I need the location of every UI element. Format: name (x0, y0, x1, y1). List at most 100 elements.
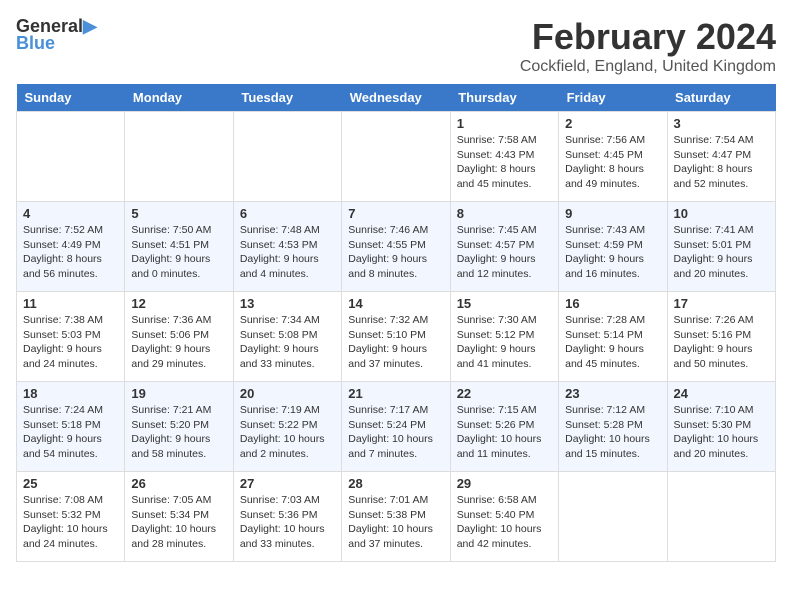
weekday-header-sunday: Sunday (17, 84, 125, 112)
calendar-cell: 7 Sunrise: 7:46 AM Sunset: 4:55 PM Daylig… (342, 202, 450, 292)
day-number: 18 (23, 386, 118, 401)
calendar-week-2: 11 Sunrise: 7:38 AM Sunset: 5:03 PM Dayli… (17, 292, 776, 382)
calendar-week-4: 25 Sunrise: 7:08 AM Sunset: 5:32 PM Dayli… (17, 472, 776, 562)
day-info: Sunrise: 6:58 AM Sunset: 5:40 PM Dayligh… (457, 493, 552, 552)
day-info: Sunrise: 7:54 AM Sunset: 4:47 PM Dayligh… (674, 133, 769, 192)
calendar-cell (233, 112, 341, 202)
calendar-cell: 8Sunrise: 7:45 AM Sunset: 4:57 PM Daylig… (450, 202, 558, 292)
calendar-cell: 2 Sunrise: 7:56 AM Sunset: 4:45 PM Daylig… (559, 112, 667, 202)
day-info: Sunrise: 7:12 AM Sunset: 5:28 PM Dayligh… (565, 403, 660, 462)
day-info: Sunrise: 7:03 AM Sunset: 5:36 PM Dayligh… (240, 493, 335, 552)
calendar-cell: 14 Sunrise: 7:32 AM Sunset: 5:10 PM Dayli… (342, 292, 450, 382)
calendar-cell: 16 Sunrise: 7:28 AM Sunset: 5:14 PM Dayli… (559, 292, 667, 382)
day-info: Sunrise: 7:34 AM Sunset: 5:08 PM Dayligh… (240, 313, 335, 372)
day-info: Sunrise: 7:46 AM Sunset: 4:55 PM Dayligh… (348, 223, 443, 282)
day-number: 14 (348, 296, 443, 311)
day-info: Sunrise: 7:10 AM Sunset: 5:30 PM Dayligh… (674, 403, 769, 462)
day-number: 16 (565, 296, 660, 311)
day-info: Sunrise: 7:28 AM Sunset: 5:14 PM Dayligh… (565, 313, 660, 372)
day-number: 6 (240, 206, 335, 221)
day-info: Sunrise: 7:08 AM Sunset: 5:32 PM Dayligh… (23, 493, 118, 552)
calendar-cell: 20Sunrise: 7:19 AM Sunset: 5:22 PM Dayli… (233, 382, 341, 472)
calendar-cell: 19 Sunrise: 7:21 AM Sunset: 5:20 PM Dayli… (125, 382, 233, 472)
calendar-cell: 17 Sunrise: 7:26 AM Sunset: 5:16 PM Dayli… (667, 292, 775, 382)
calendar-cell: 27 Sunrise: 7:03 AM Sunset: 5:36 PM Dayli… (233, 472, 341, 562)
day-number: 26 (131, 476, 226, 491)
day-info: Sunrise: 7:36 AM Sunset: 5:06 PM Dayligh… (131, 313, 226, 372)
calendar-cell: 15 Sunrise: 7:30 AM Sunset: 5:12 PM Dayli… (450, 292, 558, 382)
calendar-cell (125, 112, 233, 202)
day-number: 24 (674, 386, 769, 401)
calendar-cell: 3 Sunrise: 7:54 AM Sunset: 4:47 PM Daylig… (667, 112, 775, 202)
day-number: 4 (23, 206, 118, 221)
calendar-cell: 22 Sunrise: 7:15 AM Sunset: 5:26 PM Dayli… (450, 382, 558, 472)
title-block: February 2024 Cockfield, England, United… (520, 16, 776, 76)
day-number: 22 (457, 386, 552, 401)
calendar-cell: 18 Sunrise: 7:24 AM Sunset: 5:18 PM Dayli… (17, 382, 125, 472)
calendar-cell: 5 Sunrise: 7:50 AM Sunset: 4:51 PM Daylig… (125, 202, 233, 292)
day-number: 21 (348, 386, 443, 401)
day-number: 25 (23, 476, 118, 491)
day-info: Sunrise: 7:01 AM Sunset: 5:38 PM Dayligh… (348, 493, 443, 552)
day-info: Sunrise: 7:24 AM Sunset: 5:18 PM Dayligh… (23, 403, 118, 462)
calendar-cell: 29 Sunrise: 6:58 AM Sunset: 5:40 PM Dayli… (450, 472, 558, 562)
calendar-cell: 28 Sunrise: 7:01 AM Sunset: 5:38 PM Dayli… (342, 472, 450, 562)
weekday-header-saturday: Saturday (667, 84, 775, 112)
day-number: 11 (23, 296, 118, 311)
day-info: Sunrise: 7:05 AM Sunset: 5:34 PM Dayligh… (131, 493, 226, 552)
calendar-cell: 1Sunrise: 7:58 AM Sunset: 4:43 PM Daylig… (450, 112, 558, 202)
logo: General▶ Blue (16, 16, 97, 54)
calendar-table: SundayMondayTuesdayWednesdayThursdayFrid… (16, 84, 776, 562)
calendar-cell: 4 Sunrise: 7:52 AM Sunset: 4:49 PM Daylig… (17, 202, 125, 292)
calendar-cell (559, 472, 667, 562)
day-number: 19 (131, 386, 226, 401)
day-number: 3 (674, 116, 769, 131)
day-info: Sunrise: 7:56 AM Sunset: 4:45 PM Dayligh… (565, 133, 660, 192)
day-number: 5 (131, 206, 226, 221)
calendar-cell: 26 Sunrise: 7:05 AM Sunset: 5:34 PM Dayli… (125, 472, 233, 562)
day-number: 29 (457, 476, 552, 491)
day-number: 9 (565, 206, 660, 221)
day-info: Sunrise: 7:26 AM Sunset: 5:16 PM Dayligh… (674, 313, 769, 372)
day-info: Sunrise: 7:50 AM Sunset: 4:51 PM Dayligh… (131, 223, 226, 282)
day-info: Sunrise: 7:41 AM Sunset: 5:01 PM Dayligh… (674, 223, 769, 282)
day-number: 23 (565, 386, 660, 401)
day-info: Sunrise: 7:38 AM Sunset: 5:03 PM Dayligh… (23, 313, 118, 372)
weekday-header-row: SundayMondayTuesdayWednesdayThursdayFrid… (17, 84, 776, 112)
calendar-week-0: 1Sunrise: 7:58 AM Sunset: 4:43 PM Daylig… (17, 112, 776, 202)
day-number: 7 (348, 206, 443, 221)
calendar-cell: 11 Sunrise: 7:38 AM Sunset: 5:03 PM Dayli… (17, 292, 125, 382)
day-info: Sunrise: 7:58 AM Sunset: 4:43 PM Dayligh… (457, 133, 552, 192)
day-info: Sunrise: 7:15 AM Sunset: 5:26 PM Dayligh… (457, 403, 552, 462)
day-number: 8 (457, 206, 552, 221)
day-info: Sunrise: 7:17 AM Sunset: 5:24 PM Dayligh… (348, 403, 443, 462)
calendar-cell (667, 472, 775, 562)
day-info: Sunrise: 7:21 AM Sunset: 5:20 PM Dayligh… (131, 403, 226, 462)
page-subtitle: Cockfield, England, United Kingdom (520, 58, 776, 76)
calendar-cell: 12Sunrise: 7:36 AM Sunset: 5:06 PM Dayli… (125, 292, 233, 382)
day-info: Sunrise: 7:32 AM Sunset: 5:10 PM Dayligh… (348, 313, 443, 372)
day-number: 28 (348, 476, 443, 491)
day-number: 13 (240, 296, 335, 311)
page-title: February 2024 (520, 16, 776, 58)
calendar-cell: 13 Sunrise: 7:34 AM Sunset: 5:08 PM Dayli… (233, 292, 341, 382)
calendar-cell (17, 112, 125, 202)
calendar-week-1: 4 Sunrise: 7:52 AM Sunset: 4:49 PM Daylig… (17, 202, 776, 292)
weekday-header-monday: Monday (125, 84, 233, 112)
calendar-week-3: 18 Sunrise: 7:24 AM Sunset: 5:18 PM Dayli… (17, 382, 776, 472)
day-number: 17 (674, 296, 769, 311)
day-number: 20 (240, 386, 335, 401)
day-info: Sunrise: 7:43 AM Sunset: 4:59 PM Dayligh… (565, 223, 660, 282)
day-number: 2 (565, 116, 660, 131)
weekday-header-wednesday: Wednesday (342, 84, 450, 112)
weekday-header-thursday: Thursday (450, 84, 558, 112)
header: General▶ Blue February 2024 Cockfield, E… (16, 16, 776, 76)
day-info: Sunrise: 7:52 AM Sunset: 4:49 PM Dayligh… (23, 223, 118, 282)
calendar-cell: 10Sunrise: 7:41 AM Sunset: 5:01 PM Dayli… (667, 202, 775, 292)
weekday-header-tuesday: Tuesday (233, 84, 341, 112)
day-number: 15 (457, 296, 552, 311)
day-info: Sunrise: 7:30 AM Sunset: 5:12 PM Dayligh… (457, 313, 552, 372)
calendar-cell: 24 Sunrise: 7:10 AM Sunset: 5:30 PM Dayli… (667, 382, 775, 472)
calendar-cell: 25 Sunrise: 7:08 AM Sunset: 5:32 PM Dayli… (17, 472, 125, 562)
day-number: 27 (240, 476, 335, 491)
